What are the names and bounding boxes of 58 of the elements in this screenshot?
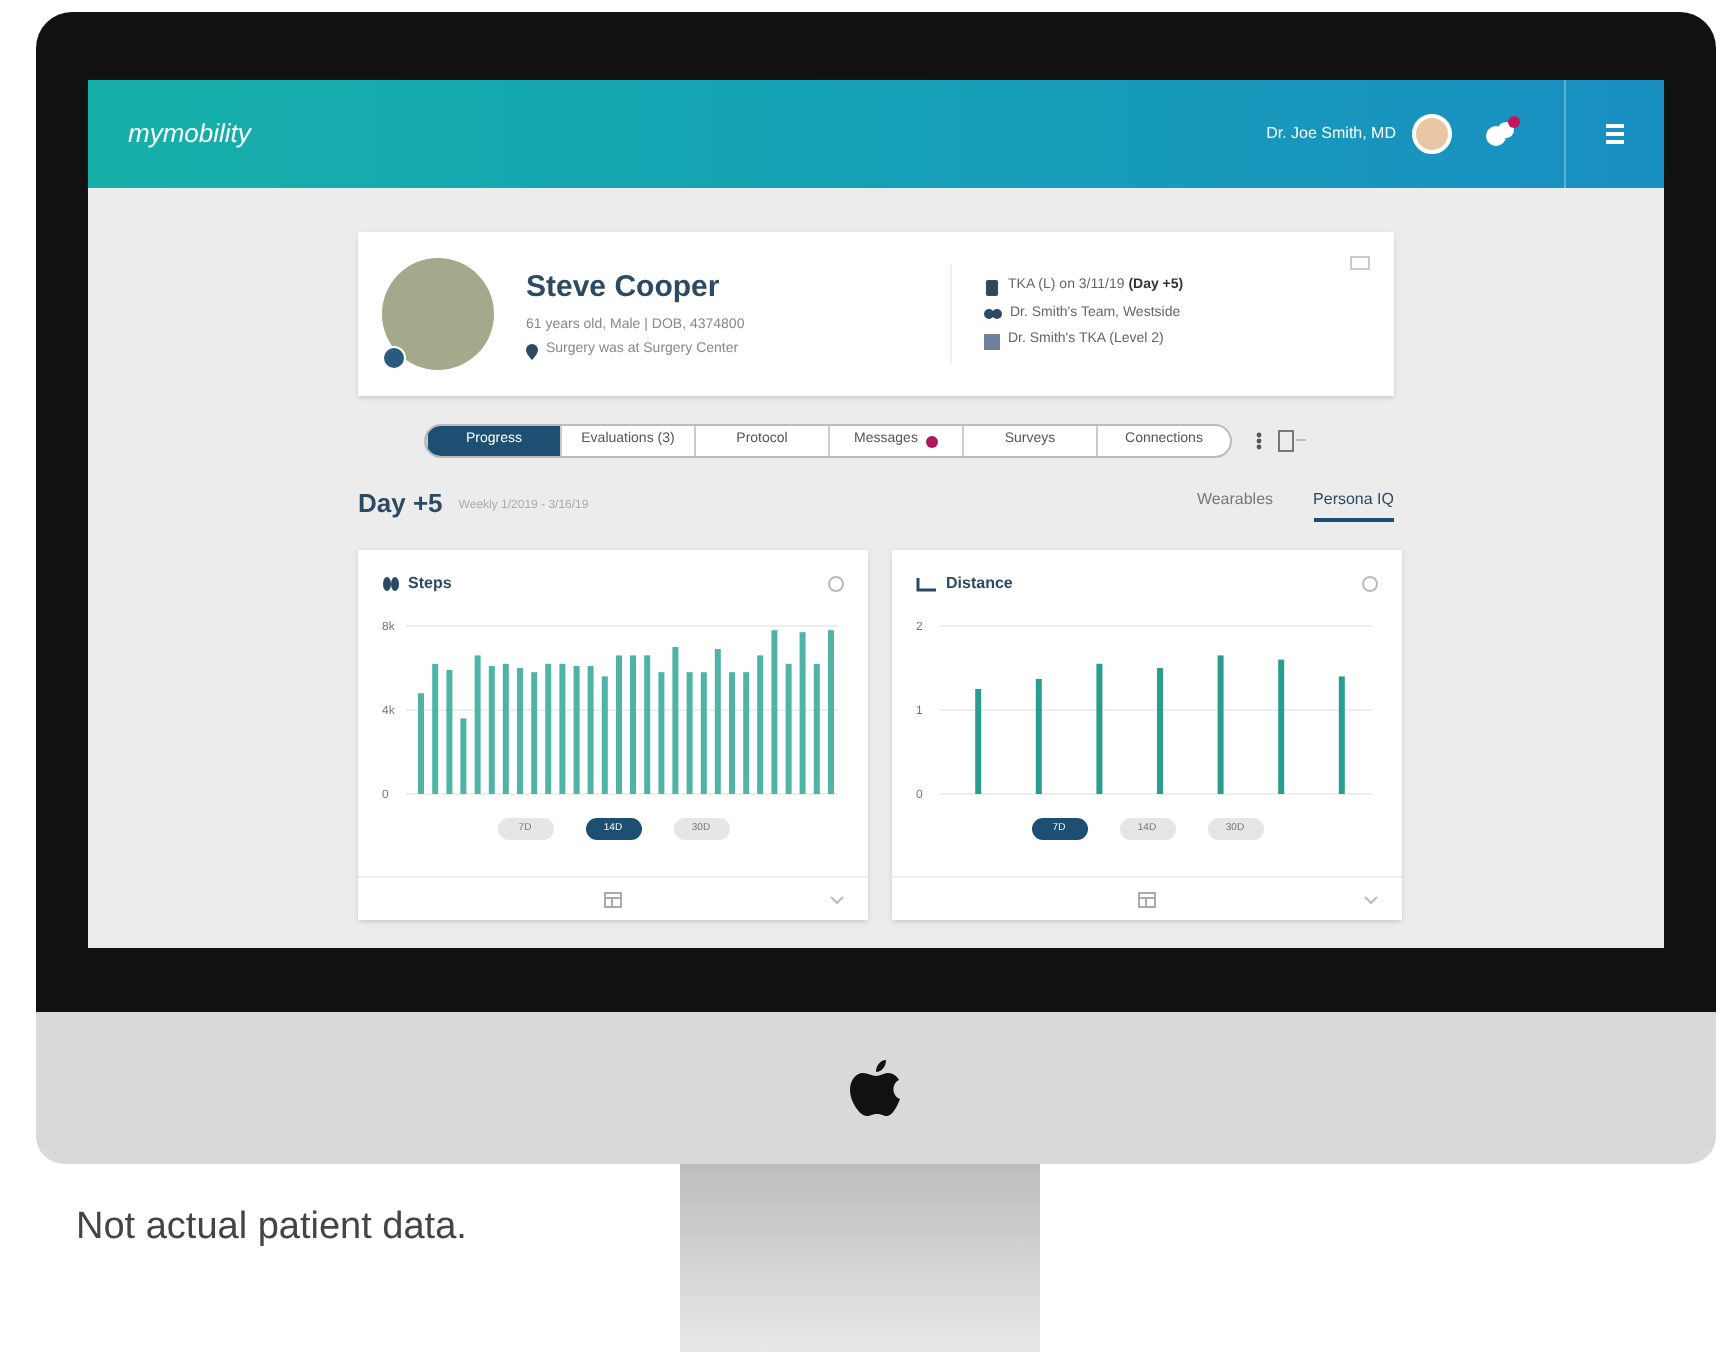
logo-icon (850, 1058, 902, 1118)
document-icon[interactable] (1278, 430, 1306, 452)
table-icon[interactable] (1138, 891, 1156, 907)
bar (601, 676, 608, 794)
day-title: Day +5 (358, 485, 443, 522)
chat-bubbles-icon[interactable] (1484, 120, 1516, 148)
bar (630, 655, 636, 794)
bar (559, 663, 566, 794)
group-icon (984, 306, 1002, 322)
bar (1338, 676, 1345, 794)
bar (785, 663, 792, 794)
bar (502, 663, 509, 794)
bar (1035, 679, 1042, 794)
app-logo: mymobility (128, 116, 251, 153)
info-icon[interactable] (828, 576, 844, 592)
card-title: Steps (408, 572, 452, 596)
more-icon[interactable] (1256, 432, 1262, 450)
bar (460, 718, 467, 794)
bar (474, 655, 481, 794)
bar (432, 663, 439, 794)
bar (531, 672, 538, 794)
table-icon[interactable] (604, 891, 622, 907)
bar (813, 663, 820, 794)
bar (1157, 668, 1163, 794)
location-pin-icon (526, 343, 538, 359)
info-icon[interactable] (1362, 576, 1378, 592)
avatar[interactable] (1412, 114, 1452, 154)
caption: Not actual patient data. (76, 1204, 467, 1252)
chevron-icon[interactable] (830, 895, 844, 903)
bar (743, 672, 750, 794)
bar (1096, 663, 1103, 794)
bar (545, 663, 552, 794)
bar (757, 655, 764, 794)
bar (488, 666, 495, 794)
bar (573, 666, 580, 794)
bar (418, 693, 424, 794)
bar (616, 655, 622, 794)
bar (686, 672, 693, 794)
bar (975, 689, 982, 794)
chevron-icon[interactable] (1364, 895, 1378, 903)
patient-name: Steve Cooper (526, 268, 722, 309)
bar (700, 672, 707, 794)
footprints-icon (382, 576, 400, 592)
expand-icon[interactable] (1350, 256, 1370, 270)
bar (446, 670, 453, 794)
card-title: Distance (946, 572, 1013, 596)
status-badge (382, 346, 406, 370)
bar (644, 655, 651, 794)
bar (729, 672, 735, 794)
bar (587, 666, 594, 794)
distance-icon (916, 576, 938, 592)
bar (517, 668, 523, 794)
bar (1278, 659, 1285, 794)
bar (1217, 655, 1224, 794)
view-tab[interactable]: Wearables (1196, 488, 1274, 522)
view-tab[interactable]: Persona IQ (1313, 488, 1394, 522)
bar (658, 672, 665, 794)
menu-icon[interactable] (1606, 124, 1624, 144)
